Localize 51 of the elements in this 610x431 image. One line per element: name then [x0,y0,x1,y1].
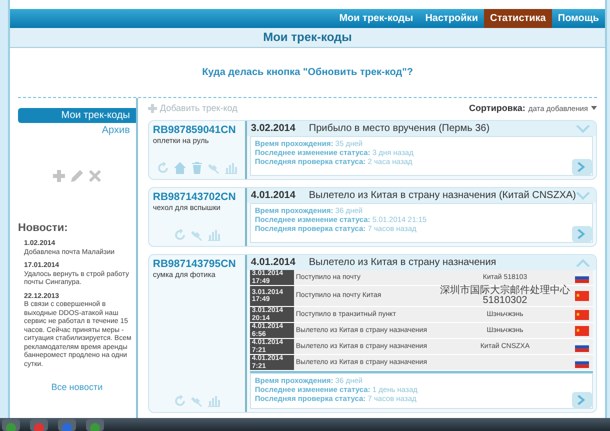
page-title: Мои трек-коды [263,30,352,44]
nav-tab[interactable]: Мои трек-коды [333,9,420,28]
house-icon[interactable] [174,162,186,174]
event-place: 深圳市国际大宗邮件处理中心 51810302 [437,286,573,307]
taskbar-icon[interactable] [58,419,76,431]
nav-tab[interactable]: Настройки [419,9,484,28]
chart-icon[interactable] [224,162,237,174]
taskbar-icon[interactable] [2,419,20,431]
next-button[interactable] [572,392,592,408]
satellite-icon[interactable] [190,395,203,407]
track-code[interactable]: RB987143702CN [152,191,241,203]
bin-icon[interactable] [190,162,203,174]
refresh-icon[interactable] [174,395,186,407]
next-button[interactable] [572,226,592,242]
caret-icon[interactable] [591,106,597,110]
status-text: Прибыло в место вручения (Пермь 36) [308,123,491,134]
taskbar-icon[interactable] [86,419,104,431]
satellite-icon[interactable] [208,162,220,174]
add-icon[interactable] [52,170,65,182]
track-code[interactable]: RB987859041CN [152,124,241,136]
news-heading: Новости: [18,222,69,234]
flag-icon [575,291,589,301]
help-link[interactable]: Куда делась кнопка "Обновить трек-код"? [202,67,413,78]
chart-icon[interactable] [208,395,220,407]
chart-icon[interactable] [208,229,220,241]
status-date: 4.01.2014 [250,190,296,201]
next-button[interactable] [572,159,592,175]
sidebar-item[interactable]: Мои трек-коды [18,108,136,123]
track-code[interactable]: RB987143795CN [152,258,241,270]
status-text: Вылетело из Китая в страну назначения (Китай CNSZXA) [308,190,576,201]
collapse-chevron-icon[interactable] [576,258,590,266]
all-news-link[interactable]: Все новости [51,382,103,392]
sort-label: Сортировка: [469,103,526,113]
flag-icon [575,310,589,320]
nav-tab[interactable]: Статистика [484,9,552,28]
status-date: 3.02.2014 [250,123,296,134]
refresh-icon[interactable] [174,229,186,241]
flag-icon [575,326,589,336]
status-date: 4.01.2014 [250,257,296,268]
delete-icon[interactable] [88,170,101,182]
sidebar-item[interactable]: Архив [18,123,136,138]
plus-icon [148,104,157,112]
taskbar-icon[interactable] [30,419,48,431]
refresh-icon[interactable] [156,162,169,174]
pencil-icon[interactable] [70,170,83,182]
nav-tab[interactable]: Помощь [552,9,605,28]
status-text: Вылетело из Китая в страну назначения [308,257,498,268]
expand-chevron-icon[interactable] [576,124,590,132]
satellite-icon[interactable] [190,229,203,241]
add-track-button[interactable]: Добавить трек-код [148,103,238,113]
expand-chevron-icon[interactable] [576,192,590,200]
